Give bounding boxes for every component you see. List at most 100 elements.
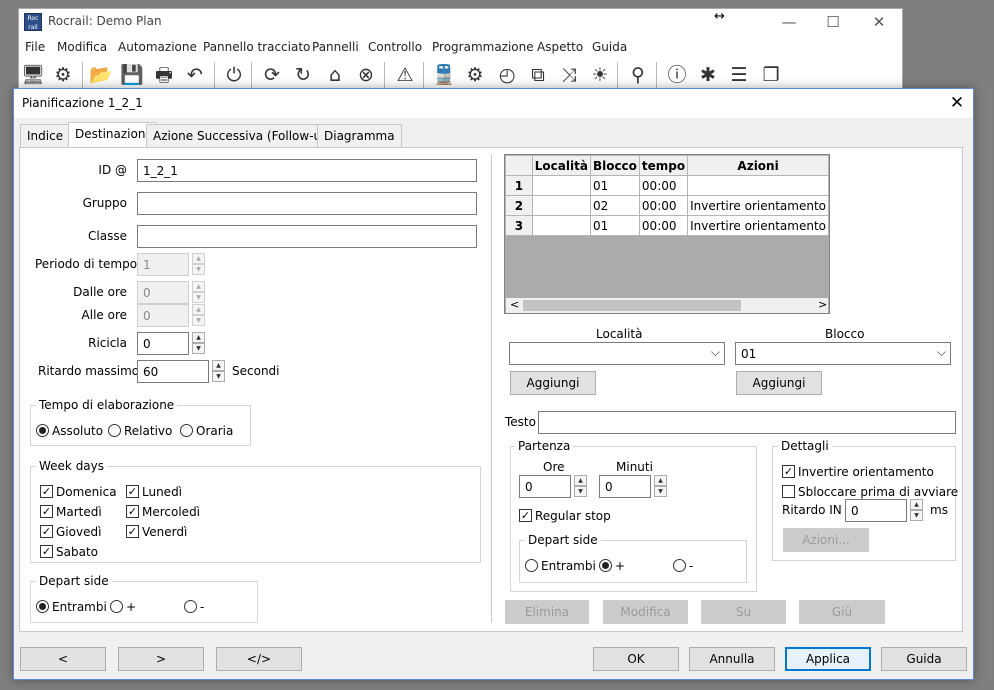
menu-automazione[interactable]: Automazione bbox=[118, 40, 197, 54]
spin-down-icon[interactable]: ▼ bbox=[192, 264, 205, 275]
col-blocco[interactable]: Blocco bbox=[589, 155, 640, 176]
radio-entrambi[interactable] bbox=[36, 600, 49, 613]
row-header[interactable]: 2 bbox=[505, 195, 533, 216]
col-azioni[interactable]: Azioni bbox=[687, 155, 829, 176]
chevron-down-icon[interactable]: ⌵ bbox=[711, 345, 720, 360]
delay-in-spinner[interactable]: ▲ ▼ bbox=[910, 499, 923, 522]
spin-up-icon[interactable]: ▲ bbox=[212, 360, 225, 371]
check-lunedi-label[interactable]: Lunedì bbox=[142, 485, 182, 499]
cell-actions[interactable]: Invertire orientamento bbox=[687, 215, 829, 236]
move-up-button[interactable]: Su bbox=[701, 600, 786, 624]
train-icon[interactable]: 🚆 bbox=[431, 62, 457, 88]
cell-block[interactable]: 01 bbox=[589, 215, 640, 236]
check-giovedi-label[interactable]: Giovedì bbox=[56, 525, 101, 539]
light-icon[interactable]: ☀ bbox=[587, 62, 613, 88]
spin-up-icon[interactable]: ▲ bbox=[192, 304, 205, 315]
unlock-checkbox[interactable] bbox=[782, 485, 795, 498]
save-icon[interactable]: 💾 bbox=[119, 62, 145, 88]
rotate-icon[interactable]: ↻ bbox=[290, 62, 316, 88]
menu-guida[interactable]: Guida bbox=[592, 40, 627, 54]
table-row[interactable]: 3 01 00:00 Invertire orientamento bbox=[505, 215, 829, 236]
warning-icon[interactable]: ⚠ bbox=[392, 62, 418, 88]
radio-side-entrambi[interactable] bbox=[525, 559, 538, 572]
tab-diagramma[interactable]: Diagramma bbox=[317, 124, 402, 147]
hours-spinner[interactable]: ▲ ▼ bbox=[574, 475, 587, 498]
location-combo[interactable]: ⌵ bbox=[509, 342, 725, 365]
radio-assoluto[interactable] bbox=[36, 424, 49, 437]
switchbox-icon[interactable]: ⧉ bbox=[525, 62, 551, 88]
home-icon[interactable]: ⌂ bbox=[322, 62, 348, 88]
computer-icon[interactable]: 🖥 bbox=[20, 62, 46, 88]
radio-oraria-label[interactable]: Oraria bbox=[196, 424, 233, 438]
reverse-label[interactable]: Invertire orientamento bbox=[798, 465, 934, 479]
xml-button[interactable]: </> bbox=[216, 647, 302, 671]
row-header[interactable]: 3 bbox=[505, 215, 533, 236]
copy-icon[interactable]: ❐ bbox=[758, 62, 784, 88]
period-input[interactable]: 1 bbox=[137, 253, 189, 276]
from-hours-input[interactable]: 0 bbox=[137, 281, 189, 304]
actions-button[interactable]: Azioni... bbox=[783, 528, 869, 552]
cycle-input[interactable]: 0 bbox=[137, 332, 189, 355]
menu-controllo[interactable]: Controllo bbox=[368, 40, 422, 54]
cell-time[interactable]: 00:00 bbox=[638, 195, 689, 216]
cell-block[interactable]: 02 bbox=[589, 195, 640, 216]
radio-oraria[interactable] bbox=[180, 424, 193, 437]
chevron-down-icon[interactable]: ⌵ bbox=[937, 345, 946, 360]
apply-button[interactable]: Applica bbox=[785, 647, 871, 671]
spin-up-icon[interactable]: ▲ bbox=[654, 475, 667, 486]
spin-up-icon[interactable]: ▲ bbox=[192, 281, 205, 292]
menu-modifica[interactable]: Modifica bbox=[57, 40, 107, 54]
move-down-button[interactable]: Giù bbox=[799, 600, 885, 624]
spin-down-icon[interactable]: ▼ bbox=[192, 292, 205, 303]
check-venerdi-label[interactable]: Venerdì bbox=[142, 525, 187, 539]
to-hours-input[interactable]: 0 bbox=[137, 304, 189, 327]
cycle-spinner[interactable]: ▲ ▼ bbox=[192, 332, 205, 355]
radio-side-minus[interactable] bbox=[673, 559, 686, 572]
check-martedi[interactable]: ✓ bbox=[40, 505, 53, 518]
destinations-grid[interactable]: Località Blocco tempo Azioni 1 01 00:00 … bbox=[504, 154, 830, 314]
splitter[interactable] bbox=[491, 155, 492, 623]
modify-button[interactable]: Modifica bbox=[603, 600, 688, 624]
delay-in-input[interactable]: 0 bbox=[845, 499, 907, 522]
close-main-button[interactable]: ✕ bbox=[864, 10, 894, 34]
radio-relativo-label[interactable]: Relativo bbox=[124, 424, 172, 438]
spin-down-icon[interactable]: ▼ bbox=[910, 510, 923, 521]
spin-up-icon[interactable]: ▲ bbox=[910, 499, 923, 510]
maximize-button[interactable]: ☐ bbox=[818, 10, 848, 34]
menu-pannello-tracciato[interactable]: Pannello tracciato bbox=[203, 40, 310, 54]
check-lunedi[interactable]: ✓ bbox=[126, 485, 139, 498]
col-tempo[interactable]: tempo bbox=[638, 155, 689, 176]
cell-time[interactable]: 00:00 bbox=[638, 215, 689, 236]
cell-actions[interactable] bbox=[687, 175, 829, 196]
id-input[interactable]: 1_2_1 bbox=[137, 159, 477, 182]
tab-follow-up[interactable]: Azione Successiva (Follow-up) bbox=[146, 124, 341, 147]
cell-block[interactable]: 01 bbox=[589, 175, 640, 196]
refresh-icon[interactable]: ⟳ bbox=[259, 62, 285, 88]
cell-location[interactable] bbox=[531, 195, 591, 216]
tab-destinazioni[interactable]: Destinazioni bbox=[68, 122, 156, 148]
radio-minus[interactable] bbox=[184, 600, 197, 613]
row-header[interactable]: 1 bbox=[505, 175, 533, 196]
max-delay-spinner[interactable]: ▲ ▼ bbox=[212, 360, 225, 383]
spin-down-icon[interactable]: ▼ bbox=[212, 371, 225, 382]
regular-stop-checkbox[interactable]: ✓ bbox=[519, 509, 532, 522]
spin-down-icon[interactable]: ▼ bbox=[192, 315, 205, 326]
max-delay-input[interactable]: 60 bbox=[137, 360, 209, 383]
ok-button[interactable]: OK bbox=[593, 647, 679, 671]
dialog-close-button[interactable]: ✕ bbox=[944, 92, 970, 114]
check-sabato[interactable]: ✓ bbox=[40, 545, 53, 558]
check-domenica-label[interactable]: Domenica bbox=[56, 485, 117, 499]
spin-up-icon[interactable]: ▲ bbox=[574, 475, 587, 486]
print-icon[interactable]: 🖶 bbox=[151, 62, 177, 88]
check-giovedi[interactable]: ✓ bbox=[40, 525, 53, 538]
folder-icon[interactable]: 📂 bbox=[88, 62, 114, 88]
check-martedi-label[interactable]: Martedì bbox=[56, 505, 102, 519]
previous-button[interactable]: < bbox=[20, 647, 106, 671]
radio-plus[interactable] bbox=[110, 600, 123, 613]
gears-icon[interactable]: ⚙ bbox=[50, 62, 76, 88]
info-icon[interactable]: ⓘ bbox=[664, 62, 690, 88]
menu-file[interactable]: File bbox=[25, 40, 45, 54]
minutes-spinner[interactable]: ▲ ▼ bbox=[654, 475, 667, 498]
radio-side-plus-label[interactable]: + bbox=[615, 559, 625, 573]
table-row[interactable]: 1 01 00:00 bbox=[505, 175, 829, 196]
